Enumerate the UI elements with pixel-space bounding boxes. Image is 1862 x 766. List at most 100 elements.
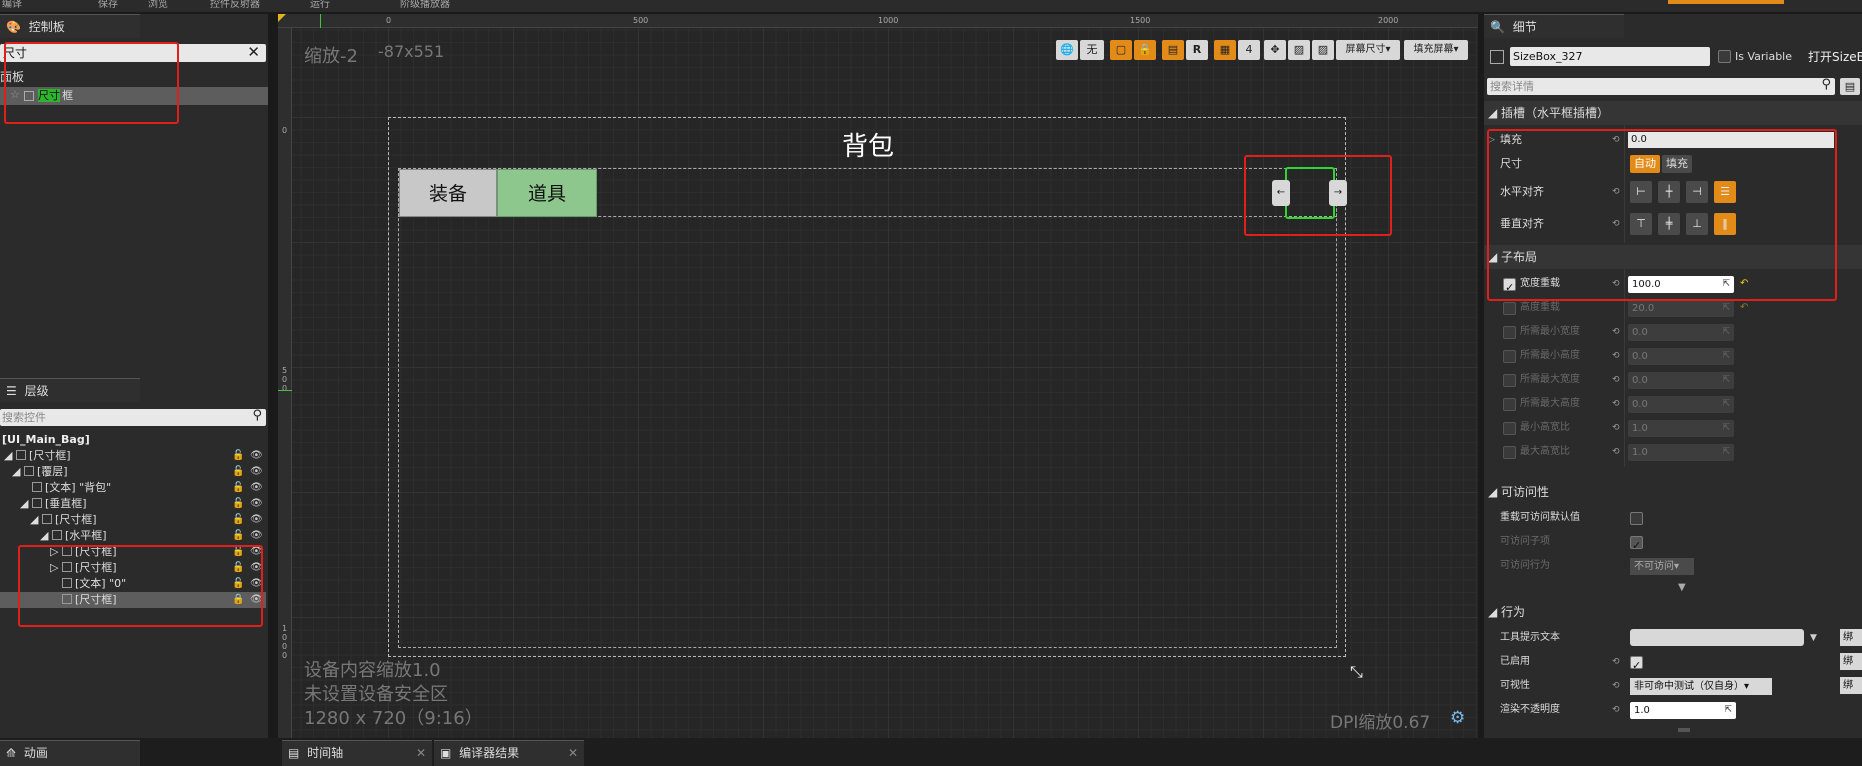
image-button[interactable]: ▨ xyxy=(1288,40,1310,60)
palette-category[interactable]: 面板 xyxy=(0,68,24,85)
pin-icon[interactable]: ⟲ xyxy=(1612,440,1620,464)
close-icon[interactable]: ✕ xyxy=(416,741,426,765)
width-override-checkbox[interactable] xyxy=(1503,276,1516,300)
eye-icon[interactable]: 👁 xyxy=(250,464,263,480)
tree-row[interactable]: ◢ [覆层] 🔓 👁 xyxy=(0,464,266,480)
expand-icon[interactable]: ▷ xyxy=(1488,128,1495,152)
max-aspect-checkbox[interactable] xyxy=(1503,446,1516,459)
pin-icon[interactable]: ⟲ xyxy=(1612,344,1620,368)
menu-reflector[interactable]: 控件反射器 xyxy=(210,0,260,10)
reset-icon[interactable]: ↶ xyxy=(1740,272,1748,296)
bind-button[interactable]: 绑定 xyxy=(1840,677,1862,694)
pin-icon[interactable]: ⟲ xyxy=(1612,212,1620,236)
clear-search-icon[interactable]: ✕ xyxy=(247,43,260,61)
width-override-input[interactable]: 100.0 ⇱ xyxy=(1628,276,1734,293)
expand-more-icon[interactable]: ▼ xyxy=(1678,582,1686,593)
details-tab[interactable]: 🔍 细节 xyxy=(1484,14,1624,38)
grid-size-button[interactable]: 4 xyxy=(1238,40,1260,60)
menu-browse[interactable]: 浏览 xyxy=(148,0,168,10)
min-width-checkbox[interactable] xyxy=(1503,326,1516,339)
enabled-checkbox[interactable] xyxy=(1630,654,1643,678)
max-aspect-input[interactable]: 1.0 ⇱ xyxy=(1628,444,1734,461)
r-button[interactable]: R xyxy=(1186,40,1208,60)
min-height-checkbox[interactable] xyxy=(1503,350,1516,363)
height-override-input[interactable]: 20.0 ⇱ xyxy=(1628,300,1734,317)
none-button[interactable]: 无 xyxy=(1080,40,1104,60)
opacity-input[interactable]: 1.0 ⇱ xyxy=(1630,702,1736,719)
layout-toggle-button[interactable]: ▤ xyxy=(1162,40,1184,60)
lock-icon[interactable]: 🔓 xyxy=(232,480,244,496)
max-width-checkbox[interactable] xyxy=(1503,374,1516,387)
tooltip-input[interactable] xyxy=(1630,629,1804,646)
tree-row[interactable]: [文本] "0" 🔓 👁 xyxy=(0,576,266,592)
widget-name-input[interactable]: SizeBox_327 xyxy=(1510,47,1710,66)
grid-toggle-button[interactable]: ▦ xyxy=(1214,40,1236,60)
fill-screen-dropdown[interactable]: 填充屏幕▾ xyxy=(1404,40,1468,60)
pin-icon[interactable]: ⟲ xyxy=(1612,128,1620,152)
lock-toggle-button[interactable]: 🔒 xyxy=(1134,40,1156,60)
tree-row-selected[interactable]: [尺寸框] 🔒 👁 xyxy=(0,592,266,608)
outline-toggle-button[interactable]: ▢ xyxy=(1110,40,1132,60)
size-fill-button[interactable]: 填充 xyxy=(1662,155,1692,173)
min-aspect-checkbox[interactable] xyxy=(1503,422,1516,435)
height-override-checkbox[interactable] xyxy=(1503,302,1516,315)
screen-size-dropdown[interactable]: 屏幕尺寸▾ xyxy=(1336,40,1400,60)
max-height-input[interactable]: 0.0 ⇱ xyxy=(1628,396,1734,413)
section-slot[interactable]: ◢ 插槽（水平框插槽） xyxy=(1484,101,1862,125)
scroll-grip[interactable] xyxy=(1678,728,1690,732)
chevron-down-icon[interactable]: ▼ xyxy=(1810,626,1817,650)
section-accessibility[interactable]: ◢ 可访问性 xyxy=(1484,480,1862,504)
menu-save[interactable]: 保存 xyxy=(98,0,118,10)
valign-top-icon[interactable]: ⊤ xyxy=(1630,213,1652,235)
section-child-layout[interactable]: ◢ 子布局 xyxy=(1484,245,1862,269)
lock-icon[interactable]: 🔓 xyxy=(232,576,244,592)
close-icon[interactable]: ✕ xyxy=(568,741,578,765)
visibility-dropdown[interactable]: 非可命中测试（仅自身）▾ xyxy=(1630,678,1772,695)
palette-item-sizebox[interactable]: ☆ 尺寸 框 xyxy=(0,87,268,105)
palette-search-input[interactable]: 尺寸 ✕ xyxy=(0,43,266,62)
access-behavior-dropdown[interactable]: 不可访问▾ xyxy=(1630,558,1694,575)
bind-button[interactable]: 绑定 xyxy=(1840,629,1862,646)
pin-icon[interactable]: ⟲ xyxy=(1612,674,1620,698)
animation-tab[interactable]: ⟰ 动画 xyxy=(0,740,140,766)
view-options-icon[interactable]: ▤ xyxy=(1840,78,1860,95)
valign-bottom-icon[interactable]: ⊥ xyxy=(1686,213,1708,235)
min-width-input[interactable]: 0.0 ⇱ xyxy=(1628,324,1734,341)
align-right-icon[interactable]: ⊣ xyxy=(1686,181,1708,203)
image2-button[interactable]: ▨ xyxy=(1312,40,1334,60)
size-auto-button[interactable]: 自动 xyxy=(1630,155,1660,173)
open-sizebox-button[interactable]: 打开SizeBox xyxy=(1808,48,1862,65)
align-left-icon[interactable]: ⊢ xyxy=(1630,181,1652,203)
tree-row[interactable]: [文本] "背包" 🔓 👁 xyxy=(0,480,266,496)
pin-icon[interactable]: ⟲ xyxy=(1612,180,1620,204)
pin-icon[interactable]: ⟲ xyxy=(1612,320,1620,344)
max-height-checkbox[interactable] xyxy=(1503,398,1516,411)
timeline-tab[interactable]: ▤ 时间轴 ✕ xyxy=(282,740,432,766)
compiler-tab[interactable]: ▣ 编译器结果 ✕ xyxy=(434,740,584,766)
menu-run[interactable]: 运行 xyxy=(310,0,330,10)
lock-icon[interactable]: 🔒 xyxy=(232,592,244,608)
eye-icon[interactable]: 👁 xyxy=(250,480,263,496)
pin-icon[interactable]: ⟲ xyxy=(1612,368,1620,392)
reset-icon[interactable]: ↶ xyxy=(1740,296,1748,320)
menu-player[interactable]: 阶级播放器 xyxy=(400,0,450,10)
min-aspect-input[interactable]: 1.0 ⇱ xyxy=(1628,420,1734,437)
valign-center-icon[interactable]: ╪ xyxy=(1658,213,1680,235)
pin-icon[interactable]: ⟲ xyxy=(1612,698,1620,722)
transform-button[interactable]: ✥ xyxy=(1264,40,1286,60)
align-fill-icon[interactable]: ☰ xyxy=(1714,181,1736,203)
override-access-checkbox[interactable] xyxy=(1630,512,1643,525)
min-height-input[interactable]: 0.0 ⇱ xyxy=(1628,348,1734,365)
eye-icon[interactable]: 👁 xyxy=(250,576,263,592)
access-children-checkbox[interactable] xyxy=(1630,534,1643,558)
details-search-input[interactable]: 搜索详情 ⚲ xyxy=(1487,77,1835,95)
max-width-input[interactable]: 0.0 ⇱ xyxy=(1628,372,1734,389)
bind-button[interactable]: 绑定 xyxy=(1840,653,1862,670)
pin-icon[interactable]: ⟲ xyxy=(1612,416,1620,440)
lock-icon[interactable]: 🔓 xyxy=(232,464,244,480)
pin-icon[interactable]: ⟲ xyxy=(1612,650,1620,674)
pin-icon[interactable]: ⟲ xyxy=(1612,272,1620,296)
menu-compile[interactable]: 编译 xyxy=(2,0,22,10)
valign-fill-icon[interactable]: ‖ xyxy=(1714,213,1736,235)
pin-icon[interactable]: ⟲ xyxy=(1612,392,1620,416)
